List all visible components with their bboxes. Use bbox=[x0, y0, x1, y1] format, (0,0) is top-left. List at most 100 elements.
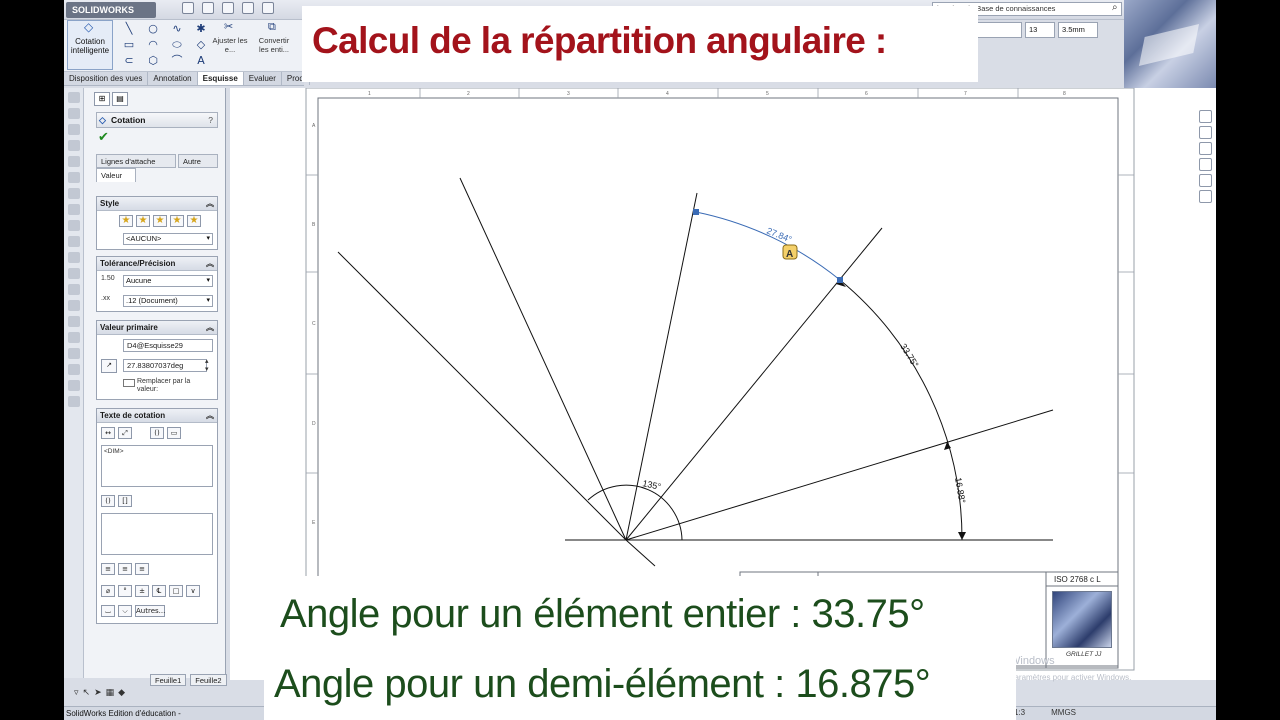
tab-leaders[interactable]: Lignes d'attache bbox=[96, 154, 176, 168]
tool-icon[interactable] bbox=[68, 268, 80, 279]
tool-icon[interactable] bbox=[68, 188, 80, 199]
value-spinner[interactable]: ▴ ▾ bbox=[205, 357, 209, 373]
tool-icon[interactable] bbox=[68, 204, 80, 215]
tool-icon[interactable] bbox=[68, 236, 80, 247]
delete-style-icon[interactable]: ★ bbox=[153, 215, 167, 227]
tool-icon[interactable] bbox=[68, 124, 80, 135]
dimension-value-field[interactable]: 27.83807037deg bbox=[123, 359, 207, 372]
text-aligned-icon[interactable]: ⤢ bbox=[118, 427, 132, 439]
align-center-icon[interactable]: ≡ bbox=[118, 563, 132, 575]
text-icon[interactable]: A bbox=[190, 54, 212, 68]
degree-icon[interactable]: ° bbox=[118, 585, 132, 597]
square-icon[interactable]: □ bbox=[169, 585, 183, 597]
open-folder-icon[interactable] bbox=[202, 2, 214, 14]
ellipse-icon[interactable]: ⬭ bbox=[166, 38, 188, 52]
tab-sketch[interactable]: Esquisse bbox=[197, 72, 244, 85]
rectangle-icon[interactable]: ▭ bbox=[118, 38, 140, 52]
units-readout[interactable]: MMGS bbox=[1051, 706, 1076, 720]
tool-icon[interactable] bbox=[68, 140, 80, 151]
tool-icon[interactable] bbox=[68, 92, 80, 103]
save-style-icon[interactable]: ★ bbox=[170, 215, 184, 227]
diameter-icon[interactable]: ⌀ bbox=[101, 585, 115, 597]
tab-view-layout[interactable]: Disposition des vues bbox=[64, 72, 149, 85]
convert-button[interactable]: ⧉ Convertir les enti... bbox=[254, 22, 294, 68]
more-button[interactable]: Autres... bbox=[135, 605, 165, 617]
apply-style-icon[interactable]: ★ bbox=[119, 215, 133, 227]
plane-icon[interactable]: ◇ bbox=[190, 38, 212, 52]
trim-button[interactable]: ✂ Ajuster les e... bbox=[210, 22, 250, 68]
load-style-icon[interactable]: ★ bbox=[187, 215, 201, 227]
plus-minus-icon[interactable]: ± bbox=[135, 585, 149, 597]
dimension-handle[interactable] bbox=[837, 277, 843, 283]
tool-icon[interactable] bbox=[68, 172, 80, 183]
slot-icon[interactable]: ⊂ bbox=[118, 54, 140, 68]
style-select[interactable]: <AUCUN> ▾ bbox=[123, 233, 213, 245]
new-document-icon[interactable] bbox=[182, 2, 194, 14]
tolerance-select[interactable]: Aucune ▾ bbox=[123, 275, 213, 287]
add-style-icon[interactable]: ★ bbox=[136, 215, 150, 227]
dimension-name-field[interactable]: D4@Esquisse29 bbox=[123, 339, 213, 352]
spline-icon[interactable]: ∿ bbox=[166, 22, 188, 36]
layer-icon[interactable]: ▦ bbox=[106, 688, 115, 698]
parentheses-icon[interactable]: () bbox=[101, 495, 115, 507]
tool-icon[interactable] bbox=[68, 316, 80, 327]
sheet-tab-1[interactable]: Feuille1 bbox=[150, 674, 187, 686]
tool-icon[interactable] bbox=[68, 348, 80, 359]
primary-value-header[interactable]: Valeur primaire ︽ bbox=[97, 321, 217, 335]
color-icon[interactable]: ◆ bbox=[118, 688, 125, 698]
tab-value[interactable]: Valeur bbox=[96, 168, 136, 182]
precision-select[interactable]: .12 (Document) ▾ bbox=[123, 295, 213, 307]
dimension-text-header[interactable]: Texte de cotation ︽ bbox=[97, 409, 217, 423]
font-size-select[interactable]: 13 bbox=[1025, 22, 1055, 38]
tab-other[interactable]: Autre bbox=[178, 154, 218, 168]
tool-icon[interactable] bbox=[68, 332, 80, 343]
tool-icon[interactable] bbox=[68, 284, 80, 295]
tool-icon[interactable] bbox=[68, 108, 80, 119]
tool-icon[interactable] bbox=[68, 364, 80, 375]
search-icon[interactable]: ⌕ bbox=[1112, 2, 1118, 13]
tool-icon[interactable] bbox=[68, 156, 80, 167]
fillet-icon[interactable]: ⌒ bbox=[166, 54, 188, 68]
cursor-icon[interactable]: ➤ bbox=[94, 688, 102, 698]
align-right-icon[interactable]: ≡ bbox=[135, 563, 149, 575]
circle-icon[interactable]: ○ bbox=[142, 22, 164, 36]
tab-annotation[interactable]: Annotation bbox=[148, 72, 198, 85]
inspection-icon[interactable]: ▭ bbox=[167, 427, 181, 439]
tool-icon[interactable] bbox=[68, 396, 80, 407]
print-icon[interactable] bbox=[242, 2, 254, 14]
dimension-text-input[interactable]: <DIM> bbox=[101, 445, 213, 487]
centerline-icon[interactable]: ℄ bbox=[152, 585, 166, 597]
point-icon[interactable]: ✱ bbox=[190, 22, 212, 36]
undo-icon[interactable] bbox=[262, 2, 274, 14]
tolerance-header[interactable]: Tolérance/Précision ︽ bbox=[97, 257, 217, 271]
filter-icon[interactable]: ▿ bbox=[74, 688, 79, 698]
text-height-field[interactable]: 3.5mm bbox=[1058, 22, 1098, 38]
brackets-icon[interactable]: [] bbox=[118, 495, 132, 507]
select-icon[interactable]: ↖ bbox=[83, 688, 91, 698]
more-symbols-icon[interactable]: ∨ bbox=[186, 585, 200, 597]
line-icon[interactable]: ╲ bbox=[118, 22, 140, 36]
tool-icon[interactable] bbox=[68, 300, 80, 311]
override-value-checkbox[interactable] bbox=[123, 379, 135, 387]
polygon-icon[interactable]: ⬡ bbox=[142, 54, 164, 68]
smart-dimension-button[interactable]: ◇ Cotation intelligente bbox=[67, 20, 113, 70]
counterbore-icon[interactable]: ⌴ bbox=[101, 605, 115, 617]
arc-icon[interactable]: ◠ bbox=[142, 38, 164, 52]
ok-check-icon[interactable]: ✔ bbox=[98, 130, 109, 145]
dimension-handle[interactable] bbox=[693, 209, 699, 215]
save-icon[interactable] bbox=[222, 2, 234, 14]
text-horizontal-icon[interactable]: ↔ bbox=[101, 427, 115, 439]
tab-evaluate[interactable]: Evaluer bbox=[244, 72, 282, 85]
align-left-icon[interactable]: ≡ bbox=[101, 563, 115, 575]
tool-icon[interactable] bbox=[68, 380, 80, 391]
countersink-icon[interactable]: ⌵ bbox=[118, 605, 132, 617]
property-manager-icon[interactable]: ▤ bbox=[112, 92, 128, 106]
style-header[interactable]: Style ︽ bbox=[97, 197, 217, 211]
feature-tree-icon[interactable]: ⊞ bbox=[94, 92, 110, 106]
dimension-text-below-input[interactable] bbox=[101, 513, 213, 555]
parentheses-icon[interactable]: () bbox=[150, 427, 164, 439]
help-icon[interactable]: ? bbox=[208, 113, 213, 127]
tool-icon[interactable] bbox=[68, 220, 80, 231]
sheet-tab-2[interactable]: Feuille2 bbox=[190, 674, 227, 686]
tool-icon[interactable] bbox=[68, 252, 80, 263]
